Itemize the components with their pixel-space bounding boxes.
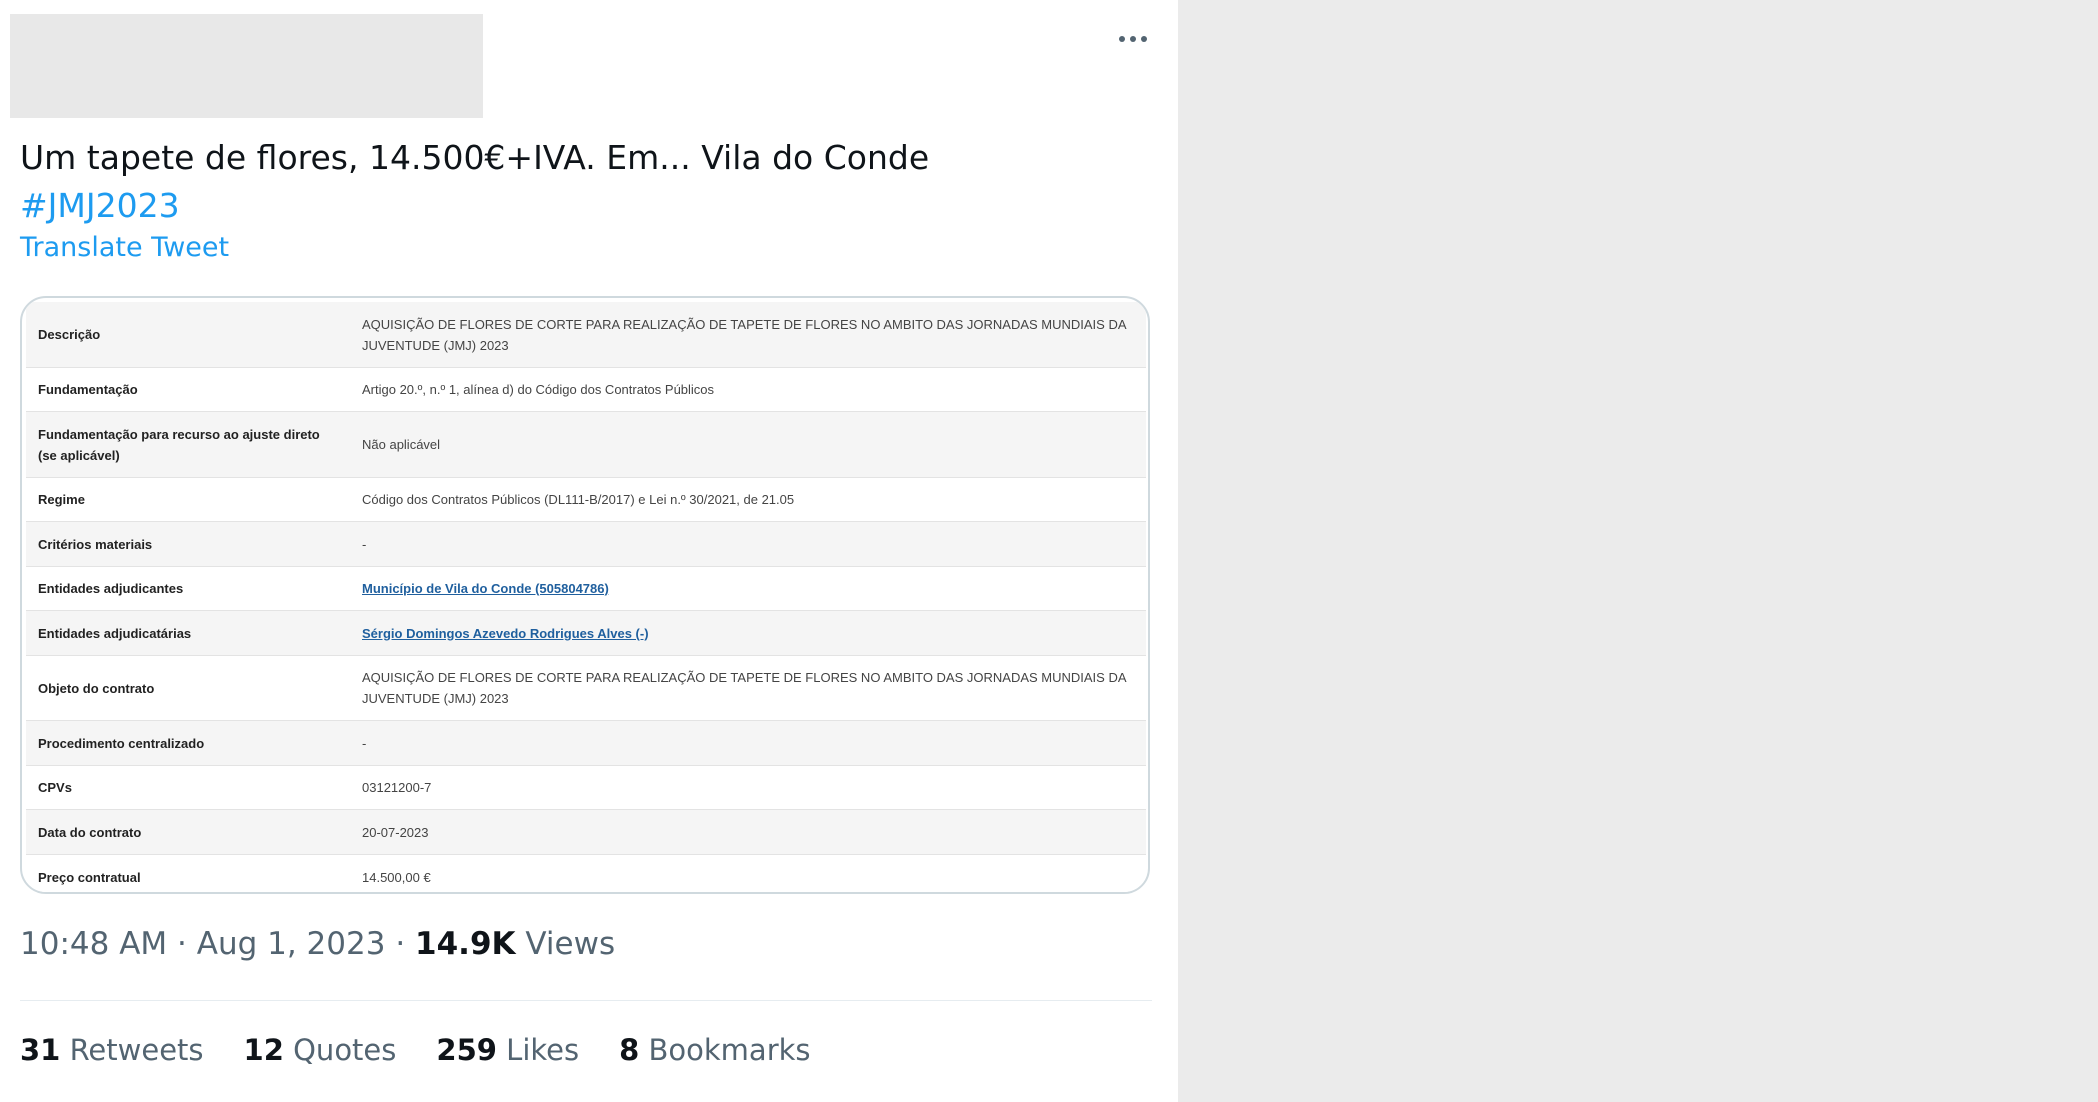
tweet-media-image[interactable]: Descrição AQUISIÇÃO DE FLORES DE CORTE P… — [20, 296, 1150, 894]
row-value: Sérgio Domingos Azevedo Rodrigues Alves … — [344, 623, 1146, 644]
meta-separator: · — [177, 926, 187, 962]
bookmarks-stat[interactable]: 8 Bookmarks — [619, 1033, 810, 1067]
more-icon-dot — [1141, 36, 1147, 42]
tweet-date[interactable]: Aug 1, 2023 — [197, 926, 386, 962]
table-row: Descrição AQUISIÇÃO DE FLORES DE CORTE P… — [26, 302, 1146, 368]
row-label: Entidades adjudicatárias — [38, 625, 192, 641]
tweet-meta: 10:48 AM · Aug 1, 2023 · 14.9K Views — [20, 926, 615, 962]
row-value: Artigo 20.º, n.º 1, alínea d) do Código … — [362, 382, 715, 397]
meta-separator: · — [395, 926, 406, 962]
quotes-stat[interactable]: 12 Quotes — [244, 1033, 397, 1067]
row-label: Procedimento centralizado — [38, 735, 205, 751]
views-count: 14.9K — [415, 926, 516, 962]
row-value: - — [362, 735, 367, 751]
tweet-panel: Um tapete de flores, 14.500€+IVA. Em... … — [0, 0, 1178, 1102]
tweet-text-line: Um tapete de flores, 14.500€+IVA. Em... … — [20, 138, 930, 177]
table-row: Procedimento centralizado - — [26, 721, 1146, 766]
row-label: Fundamentação para recurso ao ajuste dir… — [38, 426, 320, 463]
row-value: Município de Vila do Conde (505804786) — [344, 578, 1146, 599]
bookmarks-label: Bookmarks — [648, 1033, 811, 1067]
row-value: Não aplicável — [362, 437, 441, 452]
side-panel — [1178, 0, 2098, 1102]
row-label: Data do contrato — [38, 824, 142, 840]
bookmarks-count: 8 — [619, 1033, 640, 1067]
table-row: Regime Código dos Contratos Públicos (DL… — [26, 478, 1146, 522]
row-value: AQUISIÇÃO DE FLORES DE CORTE PARA REALIZ… — [362, 316, 1126, 353]
table-row: CPVs 03121200-7 — [26, 766, 1146, 810]
row-label: Critérios materiais — [38, 536, 153, 552]
table-row: Fundamentação para recurso ao ajuste dir… — [26, 412, 1146, 478]
contract-table: Descrição AQUISIÇÃO DE FLORES DE CORTE P… — [26, 302, 1146, 892]
translate-tweet-link[interactable]: Translate Tweet — [20, 232, 229, 263]
hashtag-link[interactable]: #JMJ2023 — [20, 182, 929, 230]
table-row: Entidades adjudicatárias Sérgio Domingos… — [26, 611, 1146, 656]
retweets-label: Retweets — [69, 1033, 204, 1067]
row-value: 14.500,00 € — [362, 869, 431, 885]
contracting-entity-link[interactable]: Município de Vila do Conde (505804786) — [362, 581, 609, 596]
table-row: Entidades adjudicantes Município de Vila… — [26, 567, 1146, 611]
row-value: Código dos Contratos Públicos (DL111-B/2… — [362, 492, 795, 507]
row-value: 03121200-7 — [362, 780, 432, 795]
row-label: Preço contratual — [38, 869, 141, 885]
retweets-count: 31 — [20, 1033, 61, 1067]
table-row: Preço contratual 14.500,00 € — [26, 855, 1146, 892]
row-value: 20-07-2023 — [362, 824, 429, 840]
row-label: Fundamentação — [38, 382, 138, 397]
tweet-time[interactable]: 10:48 AM — [20, 926, 167, 962]
engagement-stats: 31 Retweets 12 Quotes 259 Likes 8 Bookma… — [20, 1033, 811, 1067]
row-label: Entidades adjudicantes — [38, 581, 184, 596]
row-value: - — [362, 536, 367, 552]
likes-label: Likes — [506, 1033, 580, 1067]
row-label: CPVs — [38, 780, 72, 795]
retweets-stat[interactable]: 31 Retweets — [20, 1033, 204, 1067]
awarded-entity-link[interactable]: Sérgio Domingos Azevedo Rodrigues Alves … — [362, 626, 649, 641]
more-icon — [1119, 36, 1125, 42]
row-value: AQUISIÇÃO DE FLORES DE CORTE PARA REALIZ… — [362, 670, 1126, 706]
divider — [20, 1000, 1152, 1001]
more-icon-dot — [1130, 36, 1136, 42]
tweet-text: Um tapete de flores, 14.500€+IVA. Em... … — [20, 134, 929, 230]
table-row: Objeto do contrato AQUISIÇÃO DE FLORES D… — [26, 656, 1146, 721]
table-row: Critérios materiais - — [26, 522, 1146, 567]
table-row: Data do contrato 20-07-2023 — [26, 810, 1146, 855]
likes-stat[interactable]: 259 Likes — [436, 1033, 579, 1067]
row-label: Objeto do contrato — [38, 680, 155, 696]
more-options-button[interactable] — [1110, 22, 1156, 56]
row-label: Descrição — [38, 327, 101, 342]
quotes-label: Quotes — [293, 1033, 397, 1067]
table-row: Fundamentação Artigo 20.º, n.º 1, alínea… — [26, 368, 1146, 412]
row-label: Regime — [38, 492, 85, 507]
author-header-placeholder — [10, 14, 483, 118]
likes-count: 259 — [436, 1033, 497, 1067]
quotes-count: 12 — [243, 1033, 284, 1067]
views-label: Views — [525, 926, 616, 962]
